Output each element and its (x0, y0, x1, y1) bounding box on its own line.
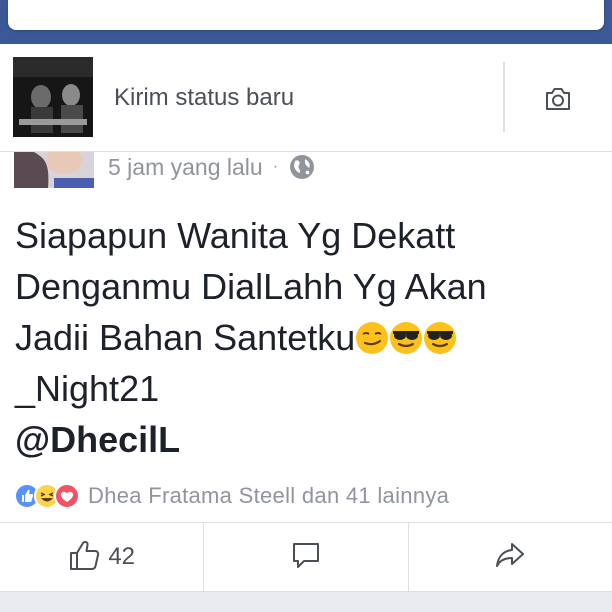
smirk-emoji (355, 317, 389, 354)
feed-gap (0, 592, 612, 612)
post-line-with-emoji: Jadii Bahan Santetku (15, 312, 600, 363)
comment-button[interactable] (203, 523, 407, 591)
camera-icon[interactable] (544, 86, 572, 112)
share-button[interactable] (407, 523, 612, 591)
share-icon (494, 540, 526, 575)
thumbs-up-icon (68, 539, 102, 576)
meta-separator: · (272, 158, 279, 175)
post-author-avatar[interactable] (14, 152, 94, 188)
post-timestamp[interactable]: 5 jam yang lalu (108, 154, 263, 181)
feed-post: 5 jam yang lalu · Siapapun Wanita Yg Dek… (0, 152, 612, 612)
post-line: Siapapun Wanita Yg Dekatt (15, 215, 456, 256)
status-composer: Kirim status baru (0, 44, 612, 152)
user-avatar[interactable] (13, 57, 93, 137)
search-bar[interactable] (8, 0, 604, 30)
post-line: Denganmu DialLahh Yg Akan (15, 266, 487, 307)
top-navigation-bar (0, 0, 612, 44)
post-mention[interactable]: @DhecilL (15, 414, 600, 465)
reaction-summary[interactable]: Dhea Fratama Steell dan 41 lainnya (14, 480, 449, 512)
sunglasses-emoji (389, 317, 423, 354)
sunglasses-emoji (423, 317, 457, 354)
composer-prompt[interactable]: Kirim status baru (114, 84, 294, 112)
globe-icon[interactable] (288, 153, 316, 181)
love-icon (54, 483, 80, 509)
comment-icon (290, 540, 322, 575)
post-line: _Night21 (15, 368, 160, 409)
like-button[interactable]: 42 (0, 523, 203, 591)
post-actions: 42 (0, 522, 612, 592)
post-meta: 5 jam yang lalu · (108, 152, 316, 182)
like-count: 42 (108, 543, 136, 570)
composer-divider (503, 62, 505, 132)
reaction-names[interactable]: Dhea Fratama Steell dan 41 lainnya (88, 483, 449, 509)
post-line-text: Jadii Bahan Santetku (15, 317, 356, 358)
post-body: Siapapun Wanita Yg Dekatt Denganmu DialL… (15, 210, 600, 465)
